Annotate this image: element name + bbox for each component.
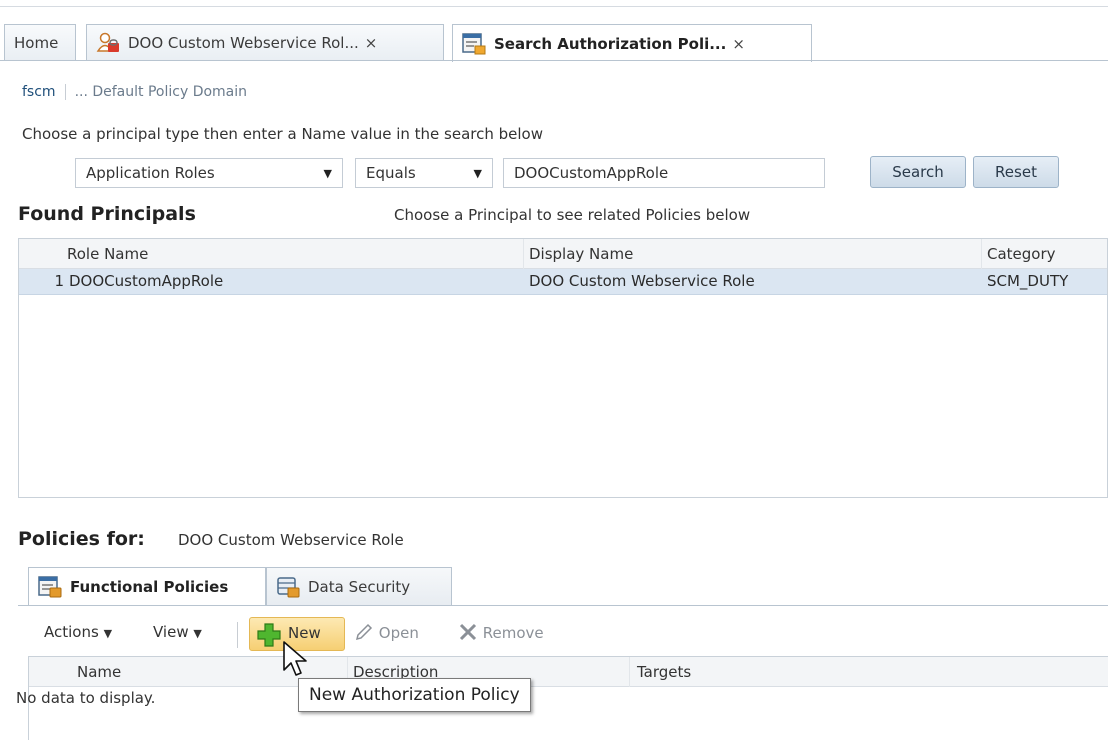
policy-search-icon (462, 32, 486, 55)
dropdown-arrow-icon: ▼ (473, 166, 482, 180)
table-header: Role Name Display Name Category (19, 239, 1107, 269)
functional-policy-icon (38, 576, 62, 598)
column-divider (629, 657, 630, 687)
chevron-down-icon: ▼ (193, 627, 202, 640)
reset-button[interactable]: Reset (973, 156, 1059, 188)
tab-search-authorization[interactable]: Search Authorization Poli... × (452, 24, 812, 62)
found-principals-heading: Found Principals (18, 203, 196, 225)
category-cell: SCM_DUTY (987, 272, 1069, 290)
tab-home-label: Home (14, 34, 59, 52)
found-principals-hint: Choose a Principal to see related Polici… (394, 206, 751, 224)
column-header-category[interactable]: Category (987, 245, 1056, 263)
search-button[interactable]: Search (870, 156, 966, 188)
mouse-cursor-icon (282, 640, 310, 678)
breadcrumb-separator (64, 84, 66, 100)
view-menu-label: View (153, 623, 189, 641)
open-button-label: Open (378, 624, 419, 642)
dropdown-arrow-icon: ▼ (323, 166, 332, 180)
policies-table: Name Description Targets (28, 656, 1108, 740)
column-divider (523, 239, 524, 269)
tab-home[interactable]: Home (4, 24, 76, 61)
found-principals-table: Role Name Display Name Category 1 DOOCus… (18, 238, 1108, 498)
policies-for-value: DOO Custom Webservice Role (178, 531, 404, 549)
operator-value: Equals (366, 164, 416, 182)
role-name-cell: DOOCustomAppRole (69, 272, 224, 290)
display-name-cell: DOO Custom Webservice Role (529, 272, 755, 290)
tab-functional-policies[interactable]: Functional Policies (28, 567, 266, 606)
column-header-role-name[interactable]: Role Name (67, 245, 148, 263)
operator-select[interactable]: Equals ▼ (355, 158, 493, 188)
search-instructions: Choose a principal type then enter a Nam… (22, 125, 543, 143)
table-row[interactable]: 1 DOOCustomAppRole DOO Custom Webservice… (19, 269, 1107, 295)
tab-search-authorization-label: Search Authorization Poli... (494, 34, 727, 53)
new-policy-tooltip: New Authorization Policy (298, 678, 531, 712)
tab-data-security-label: Data Security (308, 578, 411, 596)
empty-table-message: No data to display. (16, 689, 156, 707)
principal-type-select[interactable]: Application Roles ▼ (75, 158, 343, 188)
name-search-input[interactable] (503, 158, 825, 188)
toolbar-divider (237, 622, 238, 648)
chevron-down-icon: ▼ (103, 627, 113, 640)
policies-toolbar: Actions ▼ View ▼ New Open Remove (28, 614, 1108, 656)
actions-menu-label: Actions (44, 623, 99, 641)
column-header-name[interactable]: Name (77, 663, 121, 681)
open-button[interactable]: Open (354, 622, 419, 642)
breadcrumb-current[interactable]: ... Default Policy Domain (75, 84, 247, 100)
pencil-icon (355, 623, 373, 641)
add-icon (256, 622, 282, 652)
principal-type-value: Application Roles (86, 164, 215, 182)
remove-button[interactable]: Remove (458, 622, 544, 642)
data-security-icon (276, 576, 300, 598)
tabbar-divider (0, 60, 1108, 61)
actions-menu[interactable]: Actions ▼ (44, 623, 112, 641)
remove-x-icon (459, 623, 477, 641)
role-icon (96, 32, 120, 54)
tab-doo-custom-role[interactable]: DOO Custom Webservice Rol... × (86, 24, 444, 61)
close-icon[interactable]: × (732, 35, 745, 53)
tab-doo-custom-role-label: DOO Custom Webservice Rol... (128, 34, 359, 52)
close-icon[interactable]: × (365, 34, 378, 52)
view-menu[interactable]: View ▼ (153, 623, 202, 641)
top-border (0, 6, 1108, 7)
table-header: Name Description Targets (29, 657, 1108, 687)
column-header-targets[interactable]: Targets (637, 663, 691, 681)
row-number: 1 (54, 272, 64, 290)
policies-for-label: Policies for: (18, 528, 145, 550)
tab-data-security[interactable]: Data Security (266, 567, 452, 606)
tab-functional-policies-label: Functional Policies (70, 578, 229, 596)
subtab-divider (18, 605, 1108, 606)
column-header-display-name[interactable]: Display Name (529, 245, 633, 263)
remove-button-label: Remove (482, 624, 544, 642)
breadcrumb: fscm ... Default Policy Domain (22, 84, 247, 100)
column-divider (981, 239, 982, 269)
breadcrumb-root-link[interactable]: fscm (22, 84, 56, 100)
